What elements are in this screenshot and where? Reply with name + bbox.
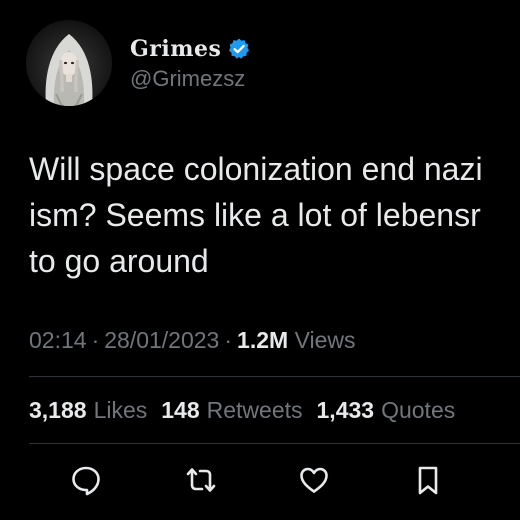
likes-label: Likes [93, 397, 148, 423]
speech-bubble-icon [72, 466, 100, 496]
quotes-stat[interactable]: 1,433 Quotes [317, 395, 456, 425]
views-count: 1.2M [237, 327, 289, 353]
tweet-text-line: ism? Seems like a lot of lebensr [29, 197, 481, 233]
likes-count: 3,188 [29, 397, 87, 423]
meta-separator: · [91, 327, 100, 353]
author-name-row[interactable]: Grimes [130, 33, 251, 65]
tweet-date[interactable]: 28/01/2023 [104, 327, 219, 353]
retweet-button[interactable] [183, 462, 219, 498]
retweets-label: Retweets [206, 397, 303, 423]
reply-button[interactable] [68, 462, 104, 498]
bookmark-button[interactable] [410, 462, 446, 498]
divider [29, 376, 520, 377]
tweet-time[interactable]: 02:14 [29, 327, 87, 353]
views-label: Views [294, 327, 356, 353]
retweets-count: 148 [161, 397, 200, 423]
like-button[interactable] [296, 462, 332, 498]
heart-icon [300, 467, 328, 493]
tweet-meta: 02:14 · 28/01/2023 · 1.2M Views [29, 325, 356, 355]
tweet-text-line: to go around [29, 243, 209, 279]
tweet-text-line: Will space colonization end nazi [29, 151, 483, 187]
retweet-arrows-icon [186, 468, 216, 492]
tweet-stats: 3,188 Likes 148 Retweets 1,433 Quotes [29, 395, 455, 425]
handle[interactable]: @Grimezsz [130, 66, 245, 92]
verified-badge-icon [227, 37, 251, 61]
divider [29, 443, 520, 444]
display-name[interactable]: Grimes [130, 36, 221, 62]
meta-separator: · [224, 327, 233, 353]
tweet-text: Will space colonization end nazi ism? Se… [29, 146, 520, 284]
quotes-count: 1,433 [316, 397, 375, 423]
likes-stat[interactable]: 3,188 Likes [29, 395, 147, 425]
quotes-label: Quotes [381, 397, 456, 423]
retweets-stat[interactable]: 148 Retweets [161, 395, 302, 425]
avatar-hooded-figure-icon [26, 20, 112, 106]
bookmark-icon [418, 466, 438, 495]
avatar[interactable] [26, 20, 112, 106]
